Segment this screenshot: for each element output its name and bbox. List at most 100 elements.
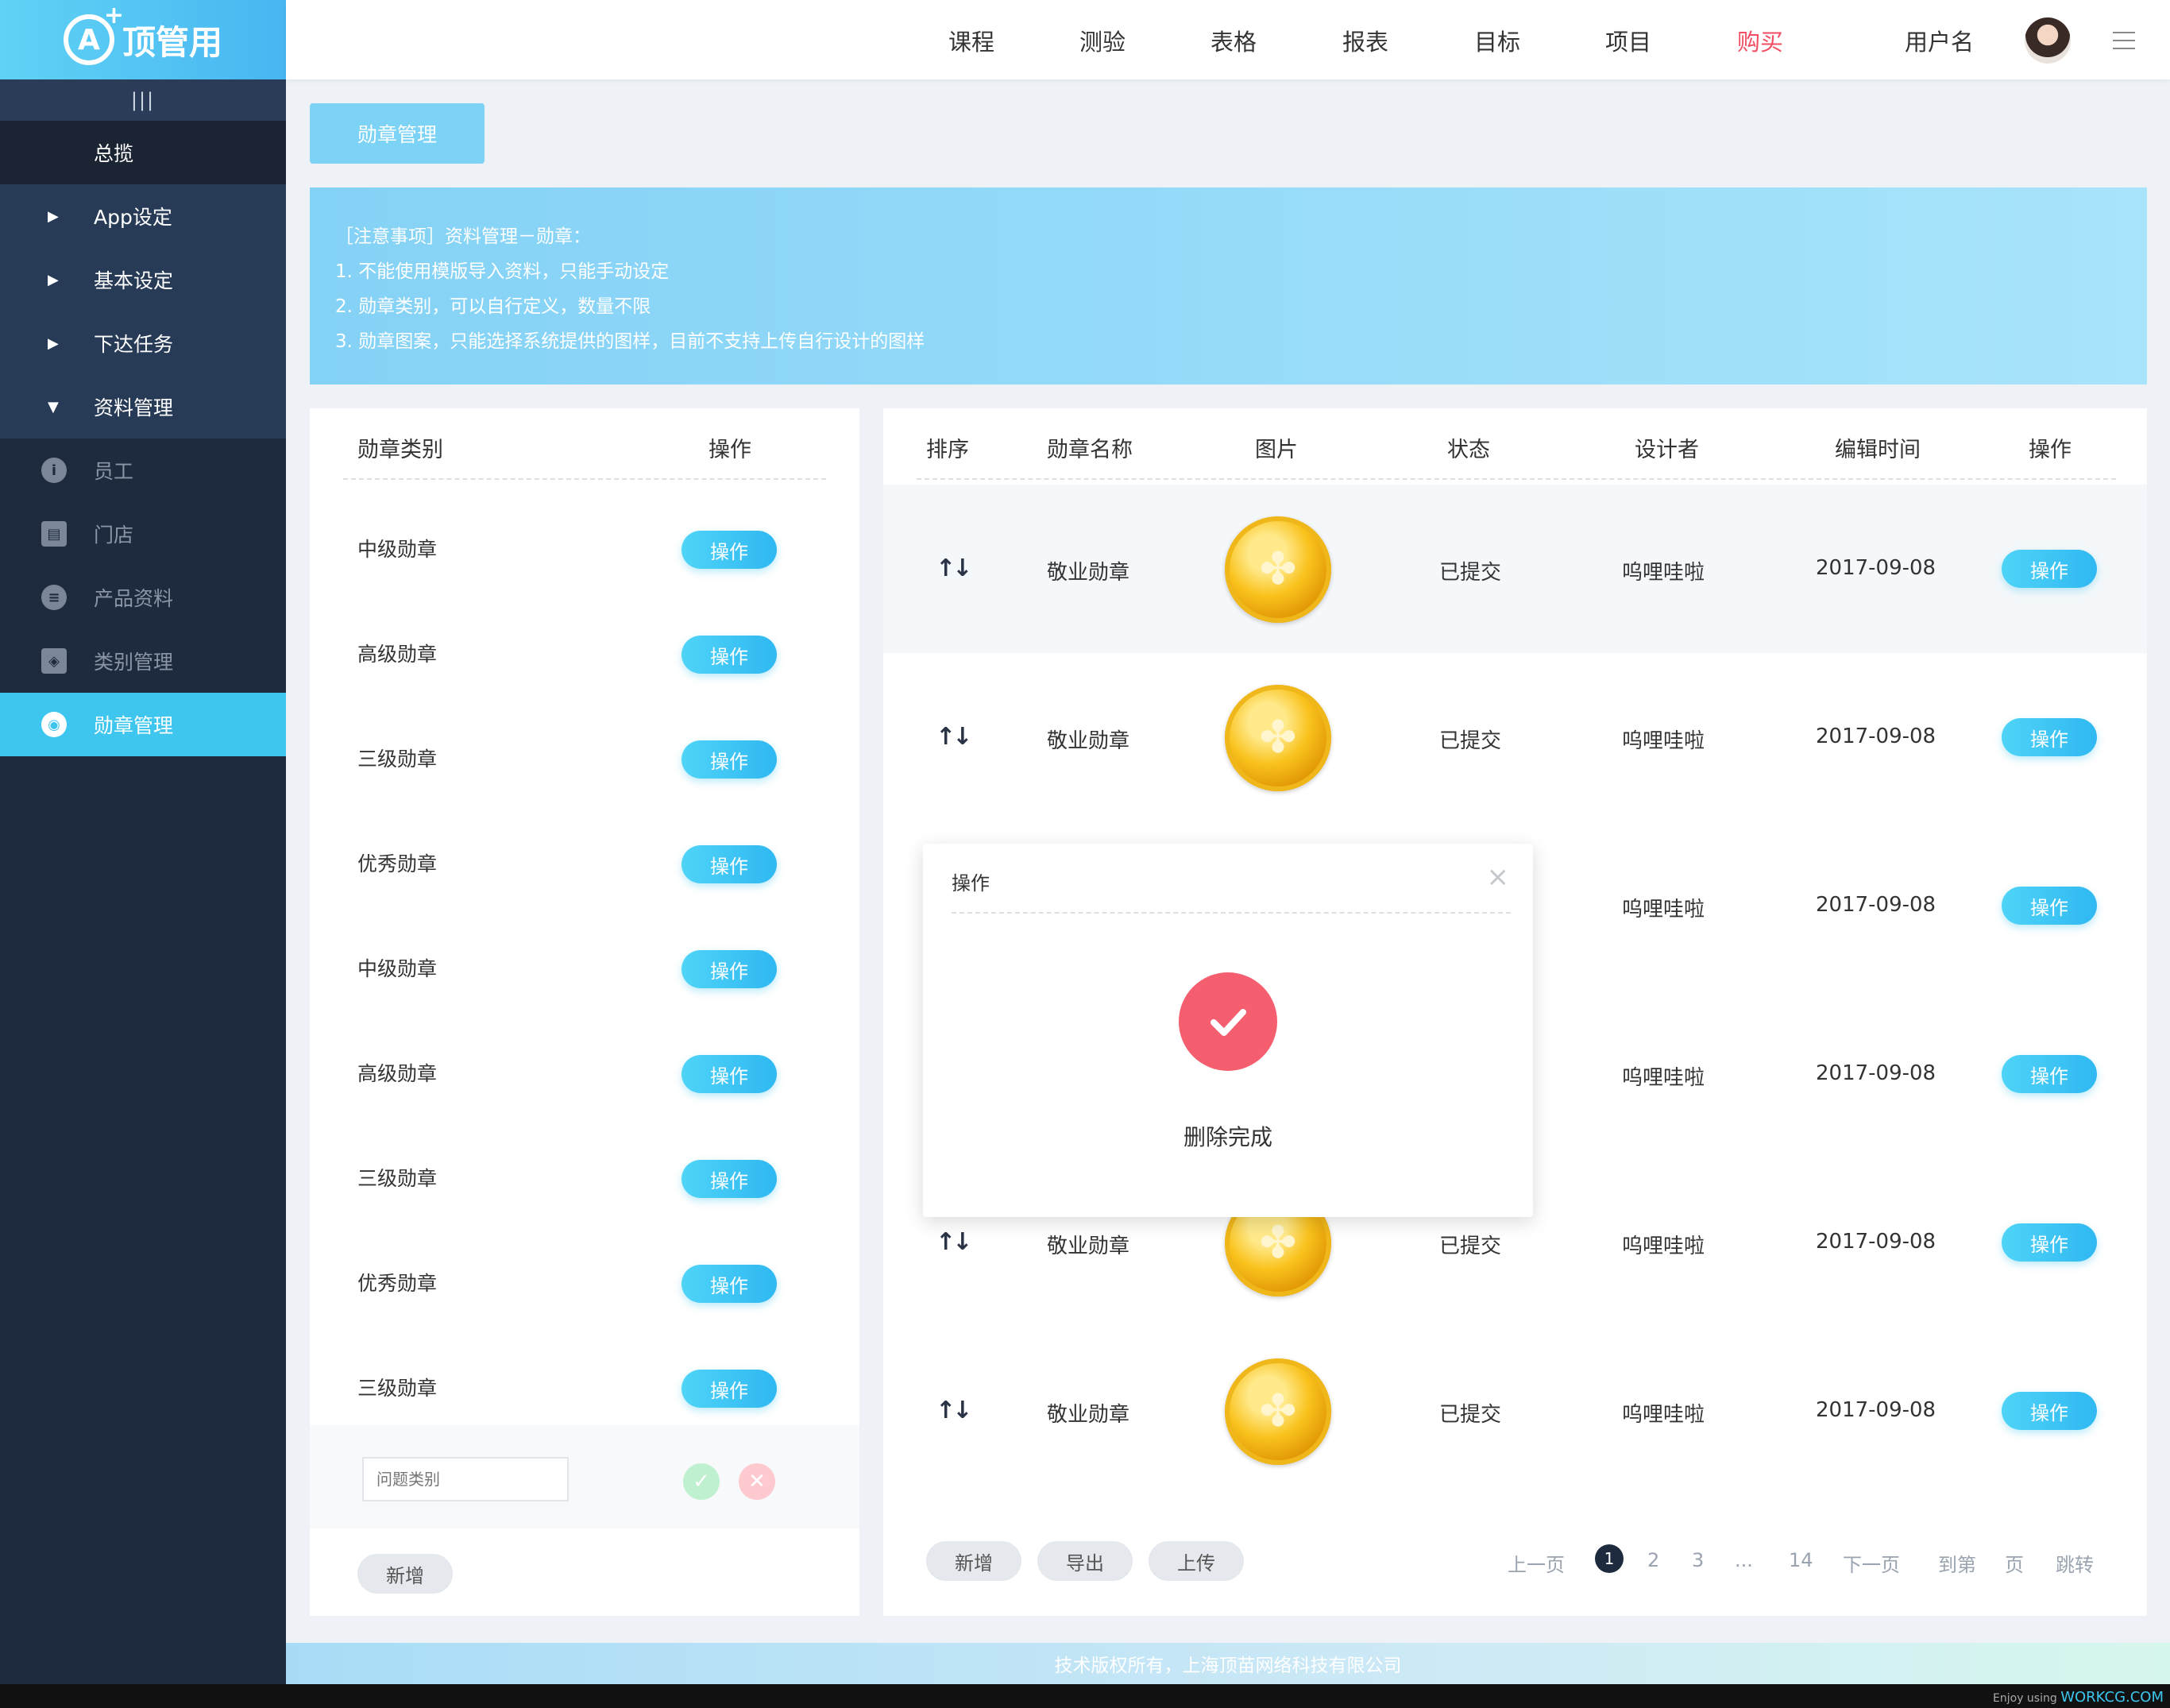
- result-dialog: 操作 × 删除完成: [923, 844, 1533, 1217]
- medal-name: 敬业勋章: [1047, 1235, 1130, 1258]
- medal-action-button[interactable]: 操作: [2002, 1223, 2097, 1262]
- sidebar-item-label: 门店: [94, 524, 134, 547]
- sidebar-item-products[interactable]: ≡ 产品资料: [0, 566, 286, 629]
- column-header: 勋章名称: [1047, 438, 1133, 462]
- category-action-button[interactable]: 操作: [682, 845, 777, 883]
- list-item: 三级勋章 操作: [310, 713, 859, 818]
- medal-name: 敬业勋章: [1047, 1403, 1130, 1427]
- nav-link-forms[interactable]: 表格: [1210, 24, 1257, 57]
- pager-page[interactable]: 2: [1647, 1549, 1659, 1571]
- nav-link-courses[interactable]: 课程: [948, 24, 994, 57]
- close-icon[interactable]: ×: [1487, 861, 1510, 893]
- document-icon: ≡: [41, 585, 67, 610]
- category-action-button[interactable]: 操作: [682, 1160, 777, 1198]
- category-action-button[interactable]: 操作: [682, 950, 777, 988]
- sort-arrows-icon[interactable]: ↑↓: [936, 1397, 972, 1424]
- medal-action-button[interactable]: 操作: [2002, 1392, 2097, 1430]
- medal-action-button[interactable]: 操作: [2002, 718, 2097, 756]
- pager-current-page[interactable]: 1: [1595, 1544, 1624, 1573]
- medal-action-button[interactable]: 操作: [2002, 887, 2097, 925]
- category-action-button[interactable]: 操作: [682, 1370, 777, 1408]
- sidebar-item-stores[interactable]: ▤ 门店: [0, 502, 286, 566]
- sidebar-item-label: App设定: [94, 206, 172, 229]
- category-name: 中级勋章: [357, 957, 438, 980]
- category-action-button[interactable]: 操作: [682, 740, 777, 779]
- pager-goto-label: 到第: [1938, 1554, 1976, 1576]
- list-item: 中级勋章 操作: [310, 923, 859, 1028]
- pager-page[interactable]: 14: [1789, 1549, 1813, 1571]
- notice-line: 3. 勋章图案，只能选择系统提供的图样，目前不支持上传自行设计的图样: [335, 331, 925, 352]
- list-item: 中级勋章 操作: [310, 504, 859, 609]
- sidebar-item-overview[interactable]: 总揽: [0, 121, 286, 184]
- list-item: 优秀勋章 操作: [310, 1238, 859, 1343]
- category-action-button[interactable]: 操作: [682, 1265, 777, 1303]
- nav-link-goals[interactable]: 目标: [1474, 24, 1520, 57]
- medal-icon: ◉: [41, 712, 67, 737]
- table-row: ↑↓ 敬业勋章 ✤ 已提交 呜哩哇啦 2017-09-08 操作: [883, 1327, 2147, 1495]
- caret-right-icon: ▶: [48, 207, 59, 225]
- list-item: 三级勋章 操作: [310, 1133, 859, 1238]
- sidebar-item-label: 基本设定: [94, 269, 174, 292]
- export-button[interactable]: 导出: [1037, 1541, 1133, 1581]
- logo[interactable]: A + 顶管用: [0, 0, 286, 79]
- pager-jump-button[interactable]: 跳转: [2056, 1549, 2094, 1577]
- category-name: 中级勋章: [357, 538, 438, 561]
- medal-image: ✤: [1225, 1358, 1331, 1465]
- new-category-row: ✓ ✕: [310, 1425, 859, 1528]
- sidebar-item-app-settings[interactable]: ▶ App设定: [0, 184, 286, 248]
- add-medal-button[interactable]: 新增: [926, 1541, 1021, 1581]
- category-action-button[interactable]: 操作: [682, 1055, 777, 1093]
- page-title-tab[interactable]: 勋章管理: [310, 103, 485, 164]
- sidebar-item-basic-settings[interactable]: ▶ 基本设定: [0, 248, 286, 311]
- upload-button[interactable]: 上传: [1149, 1541, 1244, 1581]
- column-header: 图片: [1255, 438, 1298, 462]
- clover-icon: ✤: [1259, 712, 1297, 763]
- info-icon: i: [41, 458, 67, 483]
- success-check-icon: [1179, 972, 1277, 1071]
- cancel-icon[interactable]: ✕: [739, 1463, 775, 1500]
- medal-designer: 呜哩哇啦: [1622, 1066, 1705, 1090]
- medal-action-button[interactable]: 操作: [2002, 1055, 2097, 1093]
- nav-link-purchase[interactable]: 购买: [1737, 24, 1783, 57]
- sidebar-item-assign-tasks[interactable]: ▶ 下达任务: [0, 311, 286, 375]
- sidebar-item-staff[interactable]: i 员工: [0, 439, 286, 502]
- nav-link-projects[interactable]: 项目: [1605, 24, 1651, 57]
- sort-arrows-icon[interactable]: ↑↓: [936, 1228, 972, 1256]
- medal-edit-time: 2017-09-08: [1816, 1398, 1936, 1422]
- sidebar-item-medals[interactable]: ◉ 勋章管理: [0, 693, 286, 756]
- nav-link-quizzes[interactable]: 测验: [1079, 24, 1126, 57]
- confirm-icon[interactable]: ✓: [683, 1463, 720, 1500]
- pager-prev[interactable]: 上一页: [1508, 1549, 1565, 1577]
- menu-icon[interactable]: [2113, 32, 2135, 49]
- logo-text: 顶管用: [122, 22, 222, 62]
- medal-designer: 呜哩哇啦: [1622, 1235, 1705, 1258]
- username[interactable]: 用户名: [1905, 24, 1974, 57]
- pager-page[interactable]: 3: [1692, 1549, 1704, 1571]
- sidebar-item-label: 勋章管理: [94, 714, 174, 737]
- category-name-input[interactable]: [362, 1457, 569, 1501]
- store-icon: ▤: [41, 521, 67, 547]
- add-category-button[interactable]: 新增: [357, 1554, 453, 1594]
- medal-action-button[interactable]: 操作: [2002, 550, 2097, 588]
- footer-copyright: 技术版权所有，上海顶苗网络科技有限公司: [286, 1643, 2170, 1684]
- sidebar-item-categories[interactable]: ◈ 类别管理: [0, 629, 286, 693]
- medal-edit-time: 2017-09-08: [1816, 725, 1936, 748]
- pager-next[interactable]: 下一页: [1843, 1549, 1900, 1577]
- caret-down-icon: ▼: [48, 398, 59, 415]
- caret-right-icon: ▶: [48, 271, 59, 288]
- column-header: 操作: [2029, 438, 2072, 462]
- clover-icon: ✤: [1259, 1217, 1297, 1269]
- sort-arrows-icon[interactable]: ↑↓: [936, 555, 972, 582]
- category-name: 高级勋章: [357, 643, 438, 666]
- nav-link-reports[interactable]: 报表: [1342, 24, 1388, 57]
- sidebar-item-data-management[interactable]: ▼ 资料管理: [0, 375, 286, 439]
- category-action-button[interactable]: 操作: [682, 636, 777, 674]
- sort-arrows-icon[interactable]: ↑↓: [936, 723, 972, 751]
- category-action-button[interactable]: 操作: [682, 531, 777, 569]
- sidebar-collapse-button[interactable]: |||: [0, 79, 286, 121]
- bottom-strip: Enjoy using WORKCG.COM: [0, 1684, 2170, 1708]
- avatar[interactable]: [2025, 17, 2071, 64]
- column-header: 状态: [1447, 438, 1490, 462]
- category-name: 优秀勋章: [357, 852, 438, 875]
- notice-line: 2. 勋章类别，可以自行定义，数量不限: [335, 296, 651, 317]
